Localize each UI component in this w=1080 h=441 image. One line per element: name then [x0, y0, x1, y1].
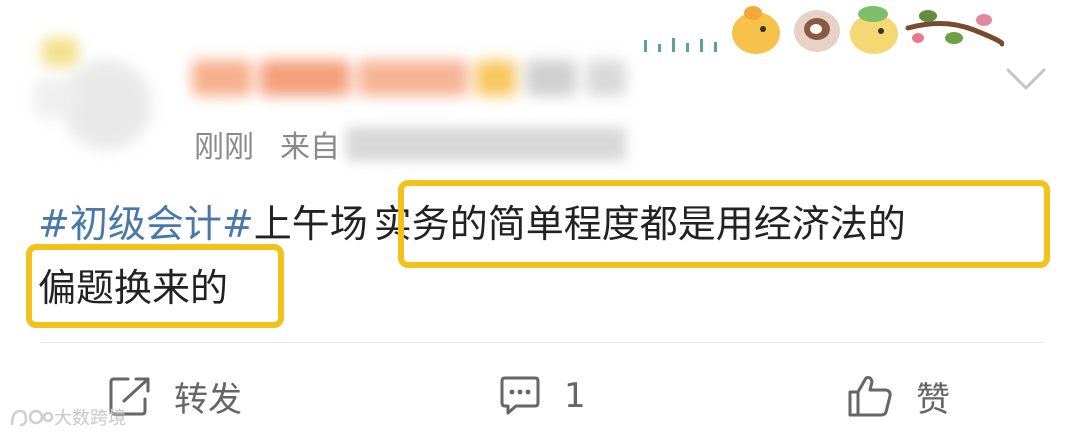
decoration-bars	[644, 36, 724, 52]
highlight-box-2	[26, 244, 284, 328]
watermark: 大数跨境	[8, 404, 126, 430]
source-name-blurred	[346, 127, 626, 161]
post-text-prefix: 上午场	[253, 202, 368, 246]
repost-label: 转发	[174, 379, 242, 420]
branch-decoration-icon	[905, 10, 1004, 47]
divider	[40, 342, 1044, 343]
highlight-box-1	[398, 180, 1050, 268]
post-meta: 刚刚 来自	[194, 124, 626, 165]
comment-icon	[500, 376, 540, 415]
avatar-badge	[42, 38, 78, 66]
avatar-circle	[62, 60, 152, 150]
watermark-logo-icon	[10, 409, 54, 427]
source-label: 来自	[280, 130, 340, 165]
comment-count: 1	[564, 376, 586, 416]
thumbs-up-icon	[848, 376, 892, 417]
avatar[interactable]	[34, 38, 154, 156]
like-button[interactable]: 赞	[846, 368, 950, 424]
chick-decoration-icon	[730, 6, 782, 54]
timestamp: 刚刚	[194, 130, 254, 165]
watermark-text: 大数跨境	[54, 408, 126, 429]
username-blurred[interactable]	[192, 52, 632, 102]
donut-decoration-icon	[794, 10, 842, 54]
repost-button[interactable]: 转发	[108, 368, 242, 424]
avatar-shape	[34, 78, 74, 118]
like-label: 赞	[916, 379, 950, 420]
chevron-down-icon[interactable]	[1004, 56, 1048, 100]
comment-button[interactable]: 1	[498, 368, 586, 424]
topic-hashtag-link[interactable]: #初级会计#	[38, 202, 254, 246]
leaf-chick-decoration-icon	[848, 6, 900, 54]
